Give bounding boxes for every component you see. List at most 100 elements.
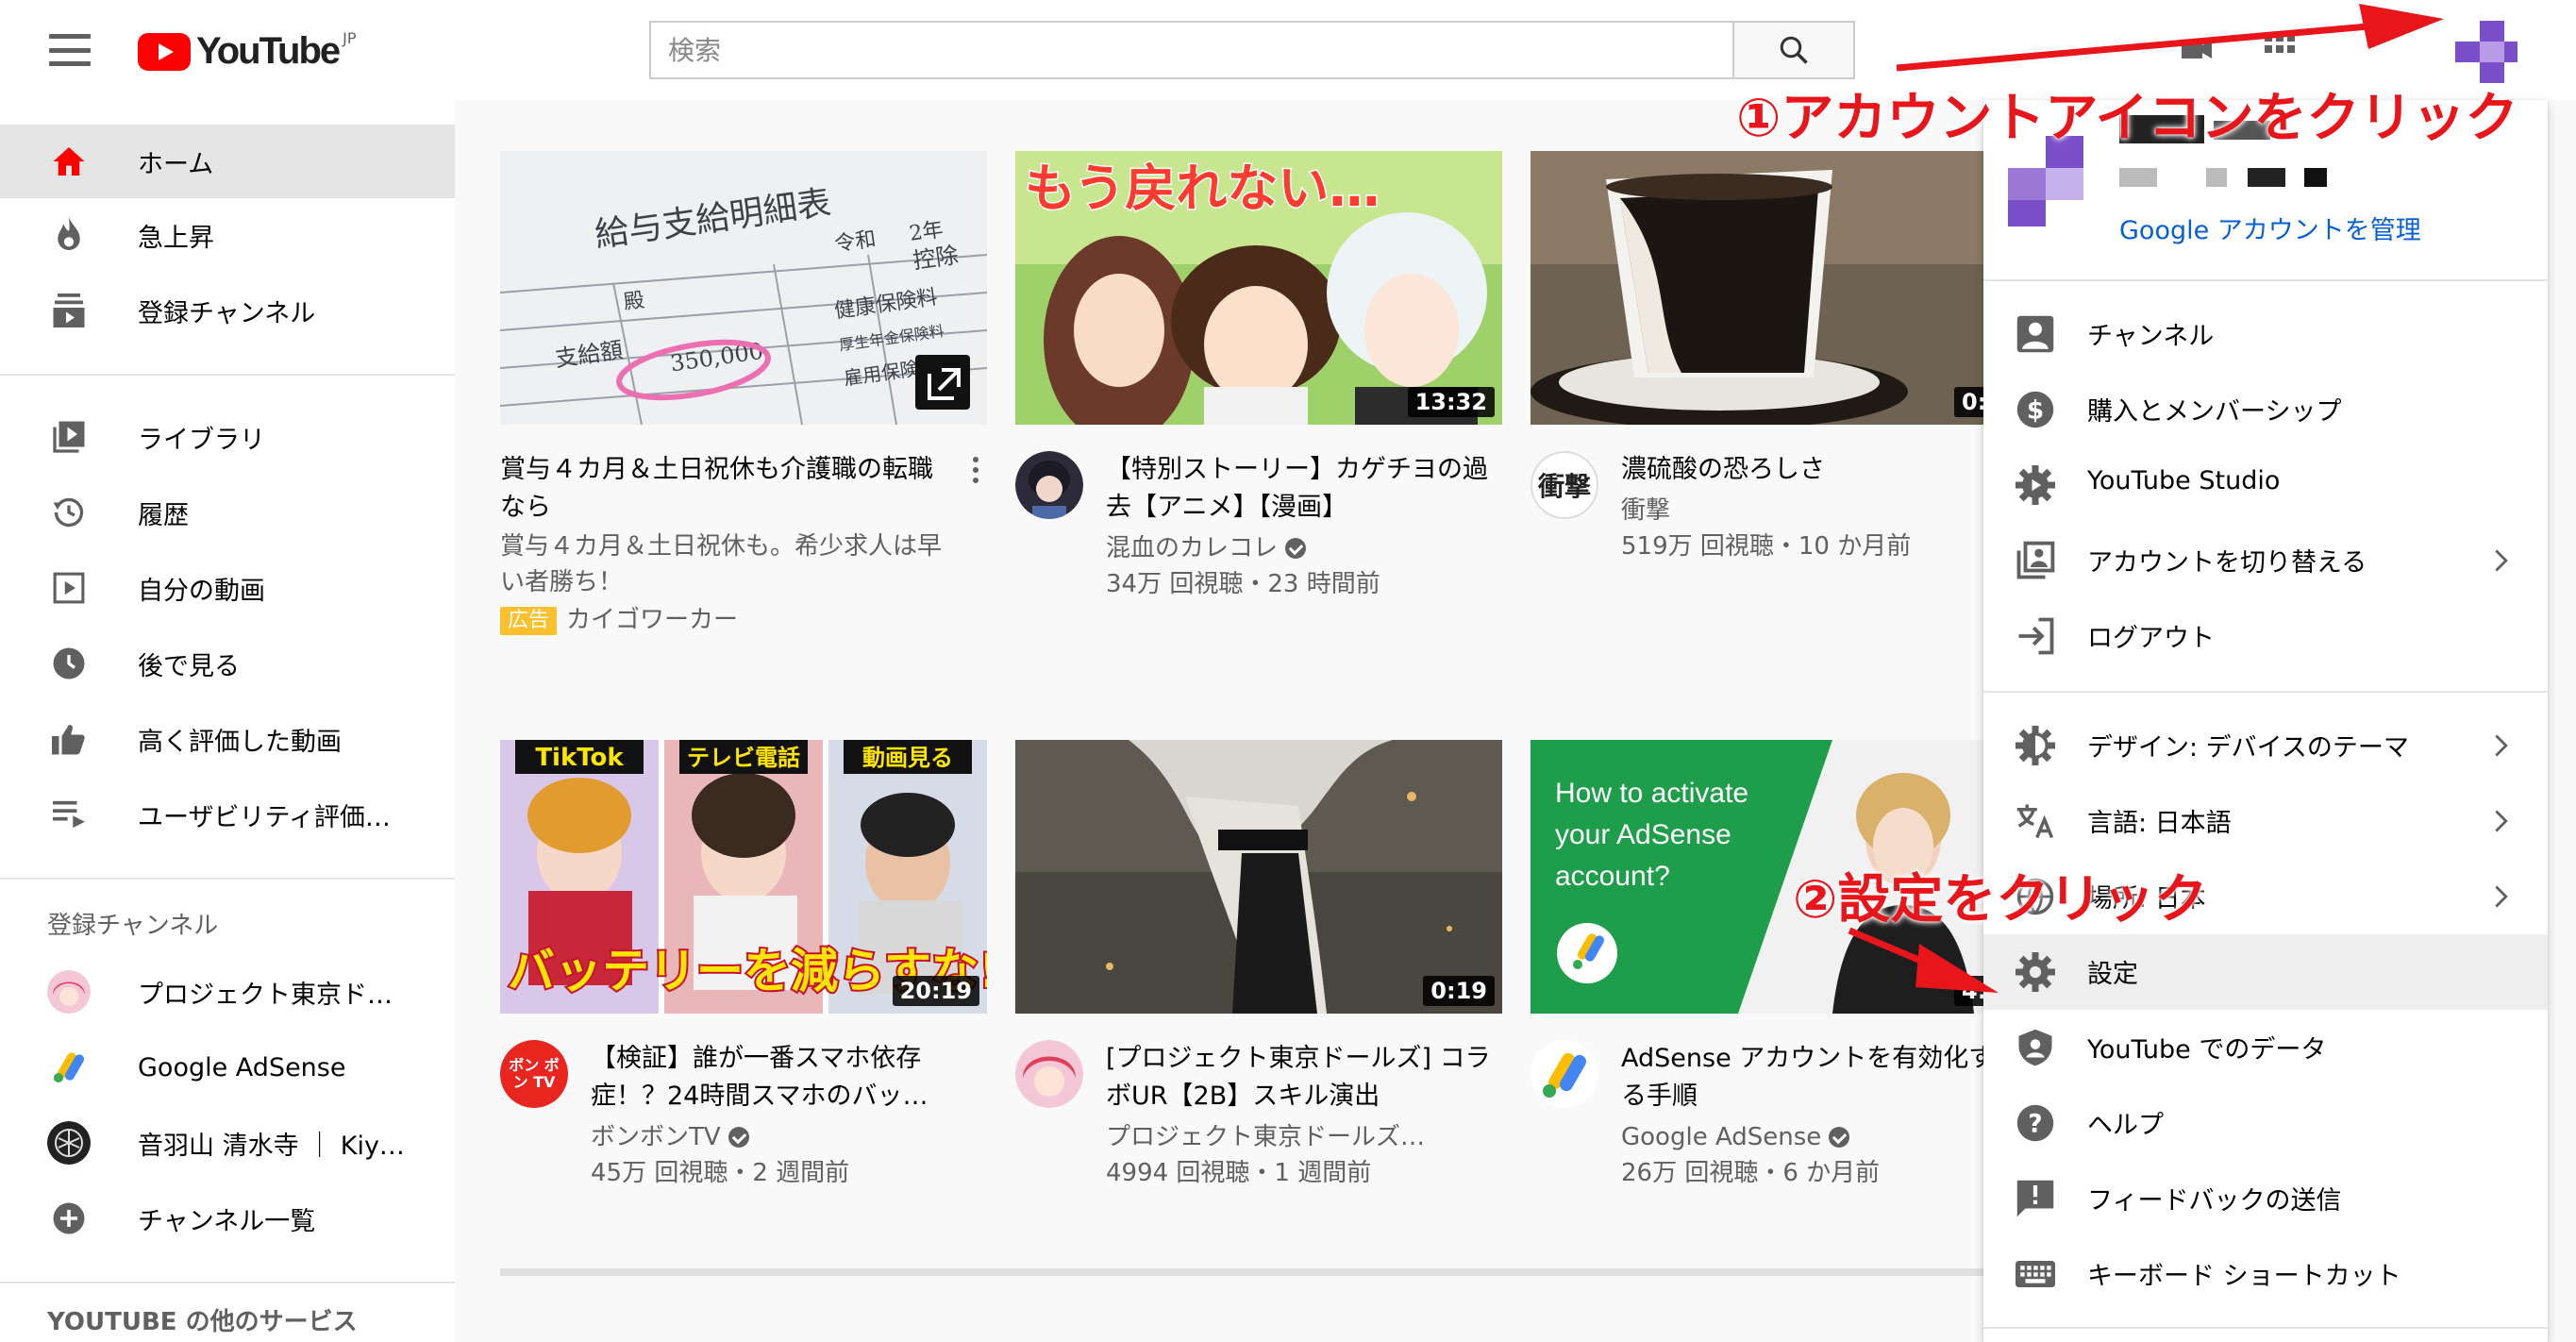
sidebar-item-playlist[interactable]: ユーザビリティ評価…	[0, 778, 455, 851]
search-box	[649, 21, 1734, 79]
channel-person-icon	[2016, 315, 2054, 353]
video-title[interactable]: 【検証】誰が一番スマホ依存症！？24時間スマホのバッ…	[591, 1040, 987, 1116]
video-thumbnail[interactable]: 0:3	[1531, 151, 2017, 425]
sidebar-subscription-tokyo-dolls[interactable]: プロジェクト東京ド…	[0, 955, 455, 1029]
translate-icon	[2016, 804, 2054, 839]
account-avatar-button[interactable]	[2451, 21, 2517, 83]
svg-text:$: $	[2027, 397, 2044, 426]
anime-thumbnail-image: もう戻れない…	[1015, 151, 1502, 425]
menu-item-youtube-studio[interactable]: YouTube Studio	[1983, 447, 2548, 523]
video-title[interactable]: 濃硫酸の恐ろしさ	[1621, 451, 2017, 489]
video-thumbnail[interactable]: TikTok テレビ電話 動画見る バッテリーを減らすな! 20:19	[500, 740, 987, 1014]
channel-avatar[interactable]: 衝撃	[1531, 451, 1598, 519]
channel-name[interactable]: ボンボンTV	[591, 1123, 721, 1151]
video-thumbnail[interactable]: 0:19	[1015, 740, 1502, 1014]
video-meta: 26万 回視聴・6 か月前	[1621, 1159, 1881, 1187]
video-thumbnail[interactable]: 給与支給明細表 令和 2年 殿 控除 支給額 350,000 健康保険料 厚生年…	[500, 151, 987, 425]
menu-item-language[interactable]: 言語: 日本語	[1983, 783, 2548, 859]
channel-name[interactable]: 混血のカレコレ	[1106, 534, 1278, 562]
sidebar-item-trending[interactable]: 急上昇	[0, 198, 455, 272]
channel-name[interactable]: 衝撃	[1621, 493, 2017, 528]
thumb-text: TikTok	[535, 744, 624, 772]
svg-text:?: ?	[2028, 1111, 2042, 1139]
menu-item-label: アカウントを切り替える	[2087, 548, 2367, 578]
menu-divider	[1983, 1327, 2548, 1329]
create-video-icon[interactable]	[2182, 36, 2212, 62]
chevron-right-icon	[2495, 734, 2508, 757]
sidebar-item-label: 音羽山 清水寺 ｜ Kiy…	[138, 1131, 405, 1161]
ad-advertiser[interactable]: カイゴワーカー	[566, 606, 738, 634]
menu-item-label: 購入とメンバーシップ	[2087, 397, 2342, 427]
video-title[interactable]: AdSense アカウントを有効化する手順	[1621, 1040, 2017, 1116]
home-icon	[49, 142, 89, 181]
google-adsense-logo-icon[interactable]	[1531, 1040, 1598, 1108]
thumbs-up-icon	[49, 719, 89, 759]
sidebar-divider	[0, 1282, 455, 1283]
shield-person-icon	[2018, 1029, 2052, 1066]
verified-badge-icon	[1829, 1127, 1850, 1148]
verified-badge-icon	[728, 1127, 749, 1148]
sidebar-subscription-kiyomizu[interactable]: 音羽山 清水寺 ｜ Kiy…	[0, 1106, 455, 1180]
subscriptions-heading: 登録チャンネル	[47, 912, 219, 940]
sidebar-item-liked-videos[interactable]: 高く評価した動画	[0, 702, 455, 776]
sidebar-item-label: 高く評価した動画	[138, 727, 342, 757]
playlist-icon	[49, 795, 89, 834]
menu-item-label: キーボード ショートカット	[2087, 1262, 2401, 1291]
sidebar-item-watch-later[interactable]: 後で見る	[0, 627, 455, 700]
menu-item-channel[interactable]: チャンネル	[1983, 296, 2548, 372]
search-input[interactable]	[651, 23, 1732, 77]
channel-avatar[interactable]: ボン ボン TV	[500, 1040, 568, 1108]
channel-name[interactable]: Google AdSense	[1621, 1123, 1821, 1151]
acid-cup-thumbnail-image	[1531, 151, 2017, 425]
sidebar-item-library[interactable]: ライブラリ	[0, 400, 455, 474]
section-divider	[500, 1268, 2066, 1276]
menu-item-keyboard-shortcuts[interactable]: キーボード ショートカット	[1983, 1236, 2548, 1312]
menu-item-sign-out[interactable]: ログアウト	[1983, 598, 2548, 674]
video-thumbnail[interactable]: もう戻れない… 13:32	[1015, 151, 1502, 425]
menu-item-switch-account[interactable]: アカウントを切り替える	[1983, 523, 2548, 598]
menu-item-label: YouTube Studio	[2087, 466, 2281, 495]
sidebar-subscription-adsense[interactable]: Google AdSense	[0, 1031, 455, 1104]
sidebar-item-subscriptions[interactable]: 登録チャンネル	[0, 274, 455, 347]
channel-name[interactable]: プロジェクト東京ドールズ…	[1106, 1119, 1502, 1155]
logo-region: JP	[343, 29, 357, 47]
chevron-right-icon	[2495, 885, 2508, 908]
ad-description: 賞与４カ月＆土日祝休も。希少求人は早い者勝ち！	[500, 532, 943, 596]
feedback-icon	[2016, 1180, 2054, 1217]
menu-item-label: 設定	[2087, 960, 2138, 989]
sidebar-item-label: 登録チャンネル	[138, 298, 316, 328]
youtube-logo[interactable]: YouTube JP	[138, 29, 357, 73]
sidebar-item-home[interactable]: ホーム	[0, 125, 455, 198]
channel-avatar[interactable]	[1015, 1040, 1083, 1108]
more-actions-icon[interactable]	[964, 451, 987, 489]
video-meta: 4994 回視聴・1 週間前	[1106, 1159, 1372, 1187]
video-title[interactable]: 賞与４カ月＆土日祝休も介護職の転職なら	[500, 451, 944, 527]
search-button[interactable]	[1734, 21, 1855, 79]
account-menu: Google アカウントを管理 チャンネル $ 購入とメンバーシップ YouTu…	[1983, 100, 2548, 1342]
thumb-text: もう戻れない…	[1025, 159, 1380, 218]
menu-item-settings[interactable]: 設定	[1983, 934, 2548, 1010]
manage-google-account-link[interactable]: Google アカウントを管理	[2119, 210, 2421, 246]
menu-item-feedback[interactable]: フィードバックの送信	[1983, 1161, 2548, 1236]
menu-item-purchases[interactable]: $ 購入とメンバーシップ	[1983, 372, 2548, 447]
sidebar-item-browse-channels[interactable]: チャンネル一覧	[0, 1182, 455, 1255]
video-title[interactable]: 【特別ストーリー】カゲチヨの過去【アニメ】【漫画】	[1106, 451, 1502, 527]
thumb-text: テレビ電話	[687, 745, 800, 771]
annotation-step2: ②設定をクリック	[1793, 869, 2208, 931]
sidebar-item-history[interactable]: 履歴	[0, 476, 455, 549]
menu-item-your-data[interactable]: YouTube でのデータ	[1983, 1010, 2548, 1085]
video-title[interactable]: [プロジェクト東京ドールズ] コラボUR【2B】スキル演出	[1106, 1040, 1502, 1116]
apps-grid-icon[interactable]	[2265, 34, 2295, 64]
menu-item-help[interactable]: ? ヘルプ	[1983, 1085, 2548, 1161]
keyboard-icon	[2016, 1261, 2055, 1287]
menu-item-appearance[interactable]: デザイン: デバイスのテーマ	[1983, 708, 2548, 783]
guide-menu-icon[interactable]	[49, 34, 91, 66]
studio-gear-icon	[2016, 465, 2055, 505]
sidebar-item-label: ライブラリ	[138, 425, 265, 455]
menu-item-label: デザイン: デバイスのテーマ	[2087, 733, 2409, 763]
sidebar-divider	[0, 878, 455, 880]
switch-account-icon	[2016, 541, 2055, 579]
channel-avatar[interactable]	[1015, 451, 1083, 519]
sidebar-item-your-videos[interactable]: 自分の動画	[0, 551, 455, 625]
ad-badge: 広告	[500, 607, 558, 635]
